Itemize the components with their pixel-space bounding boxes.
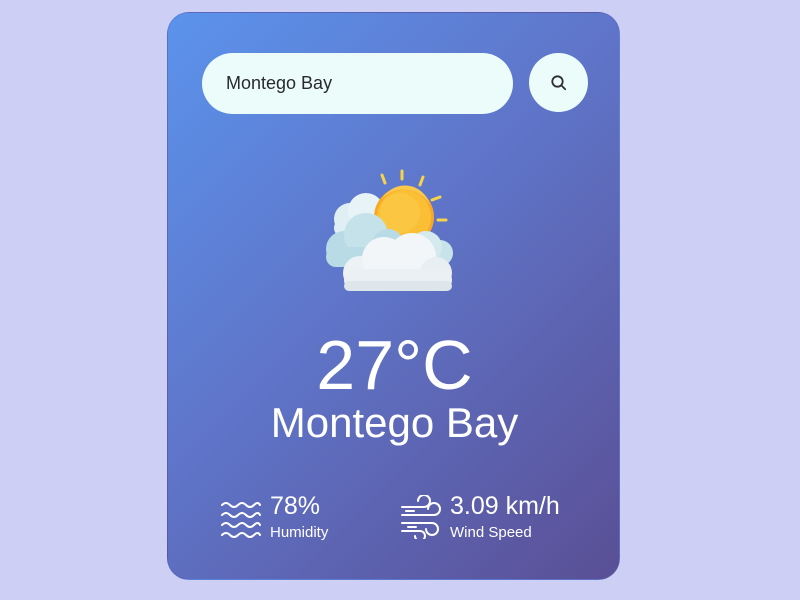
wind-stat: 3.09 km/h Wind Speed bbox=[400, 491, 560, 543]
humidity-value: 78% bbox=[270, 492, 321, 520]
wind-value: 3.09 km/h bbox=[450, 492, 560, 520]
temperature: 27°C bbox=[316, 326, 473, 404]
wind-icon bbox=[401, 495, 441, 539]
search-icon bbox=[550, 74, 566, 90]
humidity-label: Humidity bbox=[270, 524, 329, 541]
humidity-waves-icon bbox=[221, 502, 261, 538]
search-button[interactable] bbox=[529, 53, 588, 112]
wind-label: Wind Speed bbox=[450, 524, 532, 541]
search-input[interactable] bbox=[202, 53, 513, 114]
partly-cloudy-icon bbox=[326, 169, 453, 291]
city-name: Montego Bay bbox=[270, 399, 519, 446]
weather-card: 27°C Montego Bay 78% Humidity bbox=[167, 12, 620, 580]
humidity-stat: 78% Humidity bbox=[220, 491, 328, 543]
